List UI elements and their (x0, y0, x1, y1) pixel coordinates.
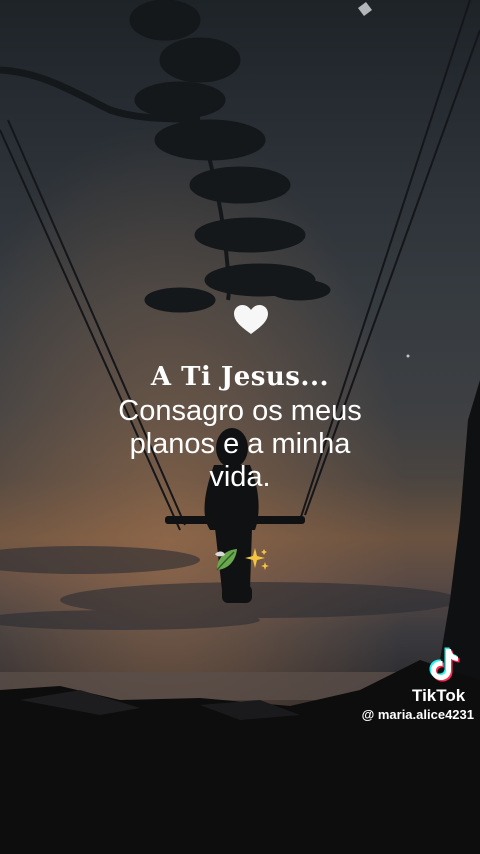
tiktok-username: @ maria.alice4231 (361, 707, 474, 722)
emoji-row (213, 544, 273, 576)
video-frame: A Ti Jesus... Consagro os meus planos e … (0, 0, 480, 854)
leaf-icon (215, 549, 237, 571)
tiktok-brand: TikTok (412, 686, 466, 705)
white-heart-icon (230, 300, 272, 340)
quote-line-3: vida. (209, 461, 271, 493)
quote-line-2: planos e a minha (129, 428, 351, 460)
tiktok-watermark: TikTok @ maria.alice4231 (352, 646, 476, 726)
quote-title: A Ti Jesus... (150, 362, 330, 392)
sparkles-icon (245, 548, 269, 570)
quote-line-1: Consagro os meus (118, 395, 362, 427)
tiktok-logo-icon (429, 647, 460, 682)
star (406, 354, 410, 358)
